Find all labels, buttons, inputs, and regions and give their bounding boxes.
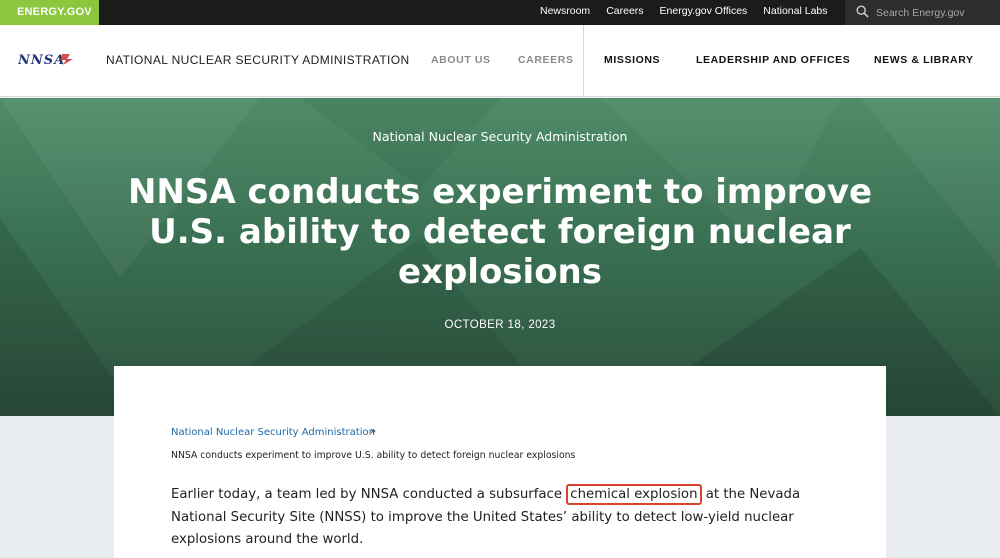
nav-leadership-and-offices[interactable]: LEADERSHIP AND OFFICES: [696, 54, 850, 66]
utility-links: Newsroom Careers Energy.gov Offices Nati…: [540, 0, 844, 25]
site-header: NNSA NATIONAL NUCLEAR SECURITY ADMINISTR…: [0, 25, 1000, 97]
highlighted-phrase: chemical explosion: [566, 484, 702, 505]
breadcrumb-separator: »: [370, 426, 377, 437]
hero-kicker: National Nuclear Security Administration: [372, 129, 628, 144]
energy-gov-logo-link[interactable]: ENERGY.GOV: [0, 0, 99, 25]
agency-name[interactable]: NATIONAL NUCLEAR SECURITY ADMINISTRATION: [106, 53, 410, 67]
utility-link-energy-offices[interactable]: Energy.gov Offices: [660, 0, 748, 25]
breadcrumb-parent-link[interactable]: National Nuclear Security Administration: [171, 427, 375, 438]
utility-link-newsroom[interactable]: Newsroom: [540, 0, 590, 25]
lead-text-before: Earlier today, a team led by NNSA conduc…: [171, 487, 567, 502]
article-lead-paragraph: Earlier today, a team led by NNSA conduc…: [171, 484, 811, 552]
nav-missions[interactable]: MISSIONS: [604, 54, 660, 66]
nnsa-logo-icon[interactable]: NNSA: [18, 52, 76, 66]
search-icon[interactable]: [856, 3, 869, 22]
nav-divider: [583, 25, 584, 97]
breadcrumb-current: NNSA conducts experiment to improve U.S.…: [171, 450, 576, 461]
utility-link-careers[interactable]: Careers: [606, 0, 643, 25]
search-input[interactable]: [876, 6, 996, 19]
publish-date: OCTOBER 18, 2023: [444, 319, 556, 331]
utility-link-national-labs[interactable]: National Labs: [763, 0, 827, 25]
nav-about-us[interactable]: ABOUT US: [431, 54, 491, 66]
nav-careers[interactable]: CAREERS: [518, 54, 574, 66]
article-card: National Nuclear Security Administration…: [114, 366, 886, 558]
utility-bar: ENERGY.GOV Newsroom Careers Energy.gov O…: [0, 0, 1000, 25]
nnsa-logo-text: NNSA: [18, 53, 65, 66]
search-box: [845, 0, 1000, 25]
page-title: NNSA conducts experiment to improve U.S.…: [127, 172, 873, 292]
nav-news-and-library[interactable]: NEWS & LIBRARY: [874, 54, 974, 66]
